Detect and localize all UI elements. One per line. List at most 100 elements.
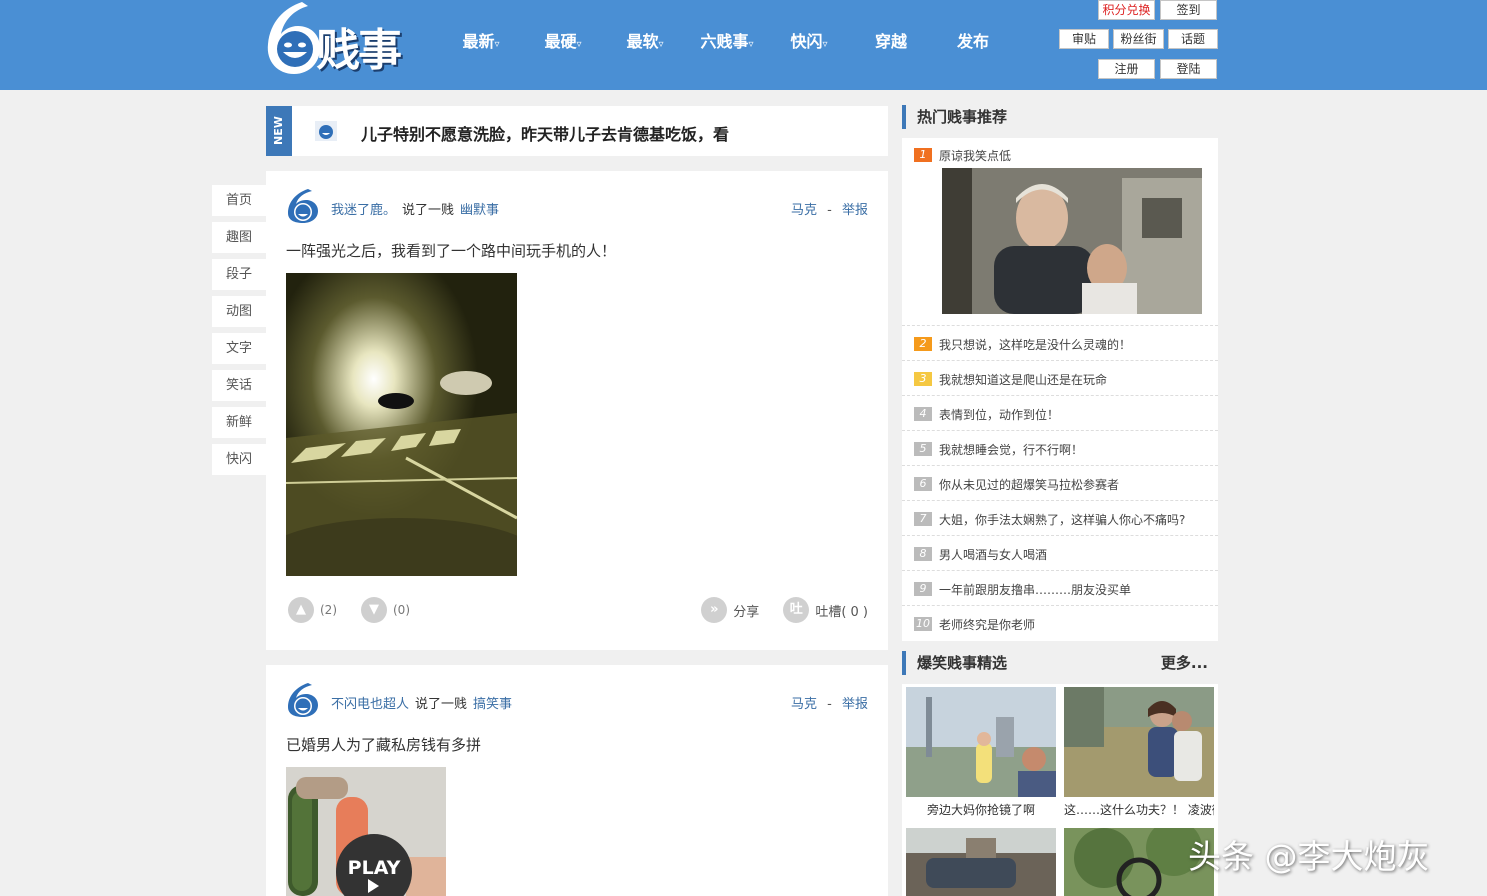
post-image[interactable]	[286, 273, 517, 576]
hot-item[interactable]: 4 表情到位，动作到位！	[902, 396, 1218, 431]
rank-badge: 1	[914, 148, 932, 162]
bookmark-link[interactable]: 马克	[791, 697, 817, 712]
report-link[interactable]: 举报	[842, 203, 868, 218]
share-icon[interactable]: »	[701, 597, 728, 623]
notice-link[interactable]: 儿子特别不愿意洗脸，昨天带儿子去肯德基吃饭，看	[361, 121, 729, 145]
rank-badge: 2	[914, 337, 932, 351]
post-meta: 不闪电也超人 说了一贱 搞笑事	[331, 693, 512, 712]
review-button[interactable]: 审贴	[1059, 29, 1109, 49]
login-button[interactable]: 登陆	[1160, 59, 1217, 79]
hot-item[interactable]: 6 你从未见过的超爆笑马拉松参赛者	[902, 466, 1218, 501]
pick-caption[interactable]: 旁边大妈你抢镜了啊	[906, 801, 1056, 818]
like-icon[interactable]: ▲	[288, 597, 314, 623]
hot-item-text[interactable]: 大姐，你手法太娴熟了，这样骗人你心不痛吗?	[939, 511, 1185, 528]
post-category-link[interactable]: 搞笑事	[473, 697, 512, 712]
nav-publish[interactable]: 发布	[932, 28, 1014, 52]
comment-link[interactable]: 吐槽( 0 )	[815, 601, 868, 620]
notice-bar: NEW 儿子特别不愿意洗脸，昨天带儿子去肯德基吃饭，看	[266, 106, 888, 156]
share-link[interactable]: 分享	[733, 601, 759, 620]
post-card: 不闪电也超人 说了一贱 搞笑事 马克 - 举报 已婚男人为了藏私房钱有多拼 PLAY	[266, 665, 888, 896]
hot-item[interactable]: 3 我就想知道这是爬山还是在玩命	[902, 361, 1218, 396]
pick-item[interactable]	[906, 828, 1056, 896]
separator: -	[827, 697, 832, 712]
lnav-funny-pics[interactable]: 趣图	[212, 222, 266, 253]
hot-item[interactable]: 10 老师终究是你老师	[902, 606, 1218, 641]
pick-image[interactable]	[1064, 687, 1214, 797]
post-actions: 马克 - 举报	[791, 693, 868, 712]
more-link[interactable]: 更多...	[1161, 651, 1208, 675]
hot-item[interactable]: 8 男人喝酒与女人喝酒	[902, 536, 1218, 571]
points-exchange-button[interactable]: 积分兑换	[1098, 0, 1155, 20]
lnav-gifs[interactable]: 动图	[212, 296, 266, 327]
post-actions: 马克 - 举报	[791, 199, 868, 218]
post-said: 说了一贱	[402, 203, 455, 218]
post-title[interactable]: 一阵强光之后，我看到了一个路中间玩手机的人！	[286, 240, 616, 261]
register-button[interactable]: 注册	[1098, 59, 1155, 79]
lnav-text[interactable]: 文字	[212, 333, 266, 364]
rank-badge: 4	[914, 407, 932, 421]
like-count: (2)	[320, 603, 337, 617]
play-icon[interactable]	[368, 879, 379, 893]
nav-flash[interactable]: 快闪▿	[768, 28, 850, 52]
hot-item[interactable]: 5 我就想睡会觉，行不行啊！	[902, 431, 1218, 466]
nav-latest[interactable]: 最新▿	[440, 28, 522, 52]
rank-badge: 5	[914, 442, 932, 456]
site-header: 贱事 最新▿ 最硬▿ 最软▿ 六贱事▿ 快闪▿ 穿越 发布 积分兑换 签到 审贴…	[0, 0, 1487, 90]
lnav-home[interactable]: 首页	[212, 185, 266, 216]
nav-softest[interactable]: 最软▿	[604, 28, 686, 52]
lnav-flash[interactable]: 快闪	[212, 444, 266, 475]
hot-item-text[interactable]: 我就想知道这是爬山还是在玩命	[939, 371, 1107, 388]
hot-item-text[interactable]: 我就想睡会觉，行不行啊！	[939, 441, 1083, 458]
lnav-jokes[interactable]: 笑话	[212, 370, 266, 401]
post-author-link[interactable]: 我迷了鹿。	[331, 203, 396, 218]
rank-badge: 7	[914, 512, 932, 526]
pick-item[interactable]: 这……这什么功夫？！ 凌波微	[1064, 687, 1214, 821]
new-tag: NEW	[266, 106, 292, 156]
post-category-link[interactable]: 幽默事	[460, 203, 499, 218]
post-author-link[interactable]: 不闪电也超人	[331, 697, 409, 712]
pick-image[interactable]	[906, 828, 1056, 896]
pick-caption[interactable]: 这……这什么功夫？！ 凌波微	[1064, 801, 1214, 818]
hot-item-text[interactable]: 一年前跟朋友撸串………朋友没买单	[939, 581, 1131, 598]
hot-list: 1 原谅我笑点低 2 我只想说，这样吃是没什么灵魂的！ 3 我就想知道这是爬山还…	[902, 138, 1218, 641]
comment-icon[interactable]: 吐	[783, 597, 810, 623]
post-video-thumbnail[interactable]: PLAY	[286, 767, 446, 896]
topic-button[interactable]: 话题	[1168, 29, 1218, 49]
site-logo[interactable]: 贱事	[264, 0, 414, 80]
dislike-icon[interactable]: ▼	[361, 597, 387, 623]
hot-item-text[interactable]: 我只想说，这样吃是没什么灵魂的！	[939, 336, 1131, 353]
checkin-button[interactable]: 签到	[1160, 0, 1217, 20]
nav-hardest[interactable]: 最硬▿	[522, 28, 604, 52]
avatar[interactable]	[286, 682, 320, 718]
rank-badge: 6	[914, 477, 932, 491]
hot-section-heading: 热门贱事推荐	[902, 105, 1218, 129]
hot-item[interactable]: 7 大姐，你手法太娴熟了，这样骗人你心不痛吗?	[902, 501, 1218, 536]
post-said: 说了一贱	[415, 697, 468, 712]
hot-item[interactable]: 9 一年前跟朋友撸串………朋友没买单	[902, 571, 1218, 606]
nav-six-jian[interactable]: 六贱事▿	[686, 28, 768, 52]
nav-travel[interactable]: 穿越	[850, 28, 932, 52]
hot-item-first[interactable]: 1 原谅我笑点低	[902, 138, 1218, 326]
main-nav: 最新▿ 最硬▿ 最软▿ 六贱事▿ 快闪▿ 穿越 发布	[440, 28, 1014, 52]
logo-text: 贱事	[316, 25, 402, 76]
hot-item-text[interactable]: 男人喝酒与女人喝酒	[939, 546, 1047, 563]
lnav-jokes-short[interactable]: 段子	[212, 259, 266, 290]
report-link[interactable]: 举报	[842, 697, 868, 712]
bookmark-link[interactable]: 马克	[791, 203, 817, 218]
hot-item-text[interactable]: 你从未见过的超爆笑马拉松参赛者	[939, 476, 1119, 493]
avatar[interactable]	[286, 188, 320, 224]
fans-street-button[interactable]: 粉丝街	[1113, 29, 1164, 49]
lnav-fresh[interactable]: 新鲜	[212, 407, 266, 438]
logo-six-icon	[267, 2, 320, 74]
hot-item-text[interactable]: 原谅我笑点低	[939, 147, 1011, 164]
post-title[interactable]: 已婚男人为了藏私房钱有多拼	[286, 734, 481, 755]
separator: -	[827, 203, 832, 218]
hot-item-text[interactable]: 表情到位，动作到位！	[939, 406, 1059, 423]
pick-image[interactable]	[906, 687, 1056, 797]
hot-item[interactable]: 2 我只想说，这样吃是没什么灵魂的！	[902, 326, 1218, 361]
watermark: 头条 @李大炮灰	[1188, 837, 1430, 876]
pick-item[interactable]: 旁边大妈你抢镜了啊	[906, 687, 1056, 821]
hot-item-text[interactable]: 老师终究是你老师	[939, 616, 1035, 633]
post-card: 我迷了鹿。 说了一贱 幽默事 马克 - 举报 一阵强光之后，我看到了一个路中间玩手机…	[266, 171, 888, 650]
hot-item-image[interactable]	[942, 168, 1202, 314]
